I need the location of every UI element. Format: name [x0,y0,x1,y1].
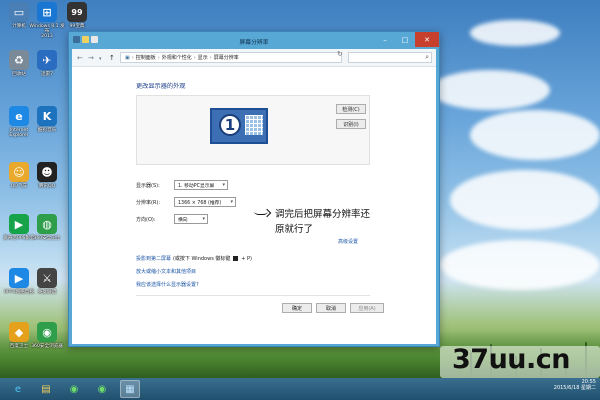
resolution-label: 分辨率(R): [136,200,161,206]
qq-icon: ☻ [37,162,57,182]
control-panel-icon: ▣ [125,54,130,61]
close-icon: ✕ [424,35,430,44]
maximize-button[interactable]: □ [395,32,415,47]
kugou-icon: K [37,106,57,126]
identify-button[interactable]: 识别(I) [336,119,366,129]
chevron-down-icon: ▾ [230,199,233,205]
desktop-icon-item[interactable]: ◍ 360安全卫士 [28,214,66,241]
search-input[interactable]: ⌕ [348,52,432,63]
refresh-icon[interactable]: ↻ [337,50,343,58]
monitor-1[interactable]: 1 [210,108,268,144]
breadcrumb-item[interactable]: 外观和个性化 [162,54,192,61]
orientation-select[interactable]: 横向 ▾ [174,214,208,224]
cloud [430,70,550,110]
internet-explorer-icon[interactable]: e [8,380,28,398]
desktop-icon-label: 迅雷7 [40,72,54,77]
back-icon[interactable]: ← [77,54,83,62]
desktop-icon-item[interactable]: K 酷狗音乐 [28,106,66,133]
desktop-icon-label: 英雄联盟 [37,290,57,295]
project-second-screen-link[interactable]: 投影到第二屏幕 [136,256,171,262]
close-button[interactable]: ✕ [415,32,439,47]
which-display-link[interactable]: 我应该选择什么显示器设置? [136,281,199,288]
advanced-settings-link[interactable]: 高级设置 [338,238,358,245]
lol-icon: ⚔ [37,268,57,288]
search-icon: ⌕ [425,53,429,61]
pptv-icon: ▶ [9,268,29,288]
app-99-icon: 99 [67,2,87,22]
annotation-arrow [254,207,268,215]
chevron-down-icon: ▾ [222,182,225,188]
breadcrumb-item[interactable]: 显示 [198,54,208,61]
display-label: 显示器(S): [136,183,160,189]
chevron-down-icon: ▾ [202,216,205,222]
desktop-icon-label: 360安全卫士 [33,236,61,241]
windows-logo-icon: ⊞ [37,2,57,22]
up-icon[interactable]: ↑ [109,54,115,62]
desktop-icon-item[interactable]: ✈ 迅雷7 [28,50,66,77]
screen-resolution-window: 屏幕分辨率 – □ ✕ ← → ▾ ↑ ▣ › 控制面板 › 外观和个性化 › … [68,31,440,347]
maximize-icon: □ [401,35,409,44]
desktop-icon-label: 酷狗音乐 [37,128,57,133]
desktop-icon-item[interactable]: ☻ 腾讯QQ [28,162,66,189]
breadcrumb-item[interactable]: 屏幕分辨率 [214,54,239,61]
desktop-icon-label: 360安全浏览器 [31,344,63,349]
apply-button[interactable]: 应用(A) [350,303,384,313]
desktop-icon-item[interactable]: 99 99宝典 [58,2,96,29]
divider [136,295,370,296]
control-panel-taskbar-button[interactable]: ▦ [120,380,140,398]
page-heading: 更改显示器的外观 [136,83,186,90]
file-explorer-icon[interactable]: ▤ [36,380,56,398]
desktop-icon-item[interactable]: ⚔ 英雄联盟 [28,268,66,295]
display-preview: 1 检测(C) 识别(I) [136,95,370,165]
address-bar-area: ← → ▾ ↑ ▣ › 控制面板 › 外观和个性化 › 显示 › 屏幕分辨率 ↻… [72,49,436,67]
cloud [470,110,600,160]
project-row: 投影到第二屏幕 (或按下 Windows 徽标键 + P) [136,256,252,262]
pps-icon: ▶ [9,214,29,234]
qq-speed-icon: ☺ [9,162,29,182]
display-select[interactable]: 1. 移动PC显示屏 ▾ [174,180,228,190]
address-bar[interactable]: ▣ › 控制面板 › 外观和个性化 › 显示 › 屏幕分辨率 [120,52,342,63]
monitor-grid-icon [245,115,263,135]
desktop-icon-item[interactable]: ◉ 360安全浏览器 [28,322,66,349]
360-browser-icon[interactable]: ◉ [64,380,84,398]
computer-icon: ▭ [9,2,29,22]
title-bar[interactable]: 屏幕分辨率 – □ ✕ [69,32,439,49]
minimize-button[interactable]: – [375,32,395,47]
resolution-select[interactable]: 1366 × 768 (推荐) ▾ [174,197,236,207]
baidu-guard-icon: ◆ [9,322,29,342]
internet-explorer-icon: e [9,106,29,126]
taskbar: e ▤ ◉ ◉ ▦ 20:55 2015/6/18 星期二 [0,378,600,400]
windows-key-icon [233,256,239,261]
history-dropdown-icon[interactable]: ▾ [99,56,102,62]
360-guard-icon[interactable]: ◉ [92,380,112,398]
text-size-link[interactable]: 放大或缩小文本和其他项目 [136,268,196,275]
window-content: ← → ▾ ↑ ▣ › 控制面板 › 外观和个性化 › 显示 › 屏幕分辨率 ↻… [72,49,436,344]
360-browser-icon: ◉ [37,322,57,342]
clock-date: 2015/6/18 星期二 [553,385,596,391]
forward-icon[interactable]: → [88,54,94,62]
cloud [450,170,600,230]
cancel-button[interactable]: 取消 [316,303,346,313]
cloud [440,240,600,290]
desktop-icon-label: 腾讯QQ [38,184,56,189]
breadcrumb-item[interactable]: 控制面板 [136,54,156,61]
watermark: 37uu.cn [452,344,571,375]
monitor-number: 1 [219,114,241,136]
orientation-label: 方向(O): [136,217,156,223]
system-clock[interactable]: 20:55 2015/6/18 星期二 [540,379,596,391]
thunder-icon: ✈ [37,50,57,70]
ok-button[interactable]: 确定 [282,303,312,313]
detect-button[interactable]: 检测(C) [336,104,366,114]
360-icon: ◍ [37,214,57,234]
annotation-text: 调完后把屏幕分辨率还 原就行了 [275,209,371,235]
recycle-bin-icon: ♻ [9,50,29,70]
cloud [470,20,560,46]
desktop-icon-label: 99宝典 [69,24,85,29]
minimize-icon: – [383,35,387,44]
